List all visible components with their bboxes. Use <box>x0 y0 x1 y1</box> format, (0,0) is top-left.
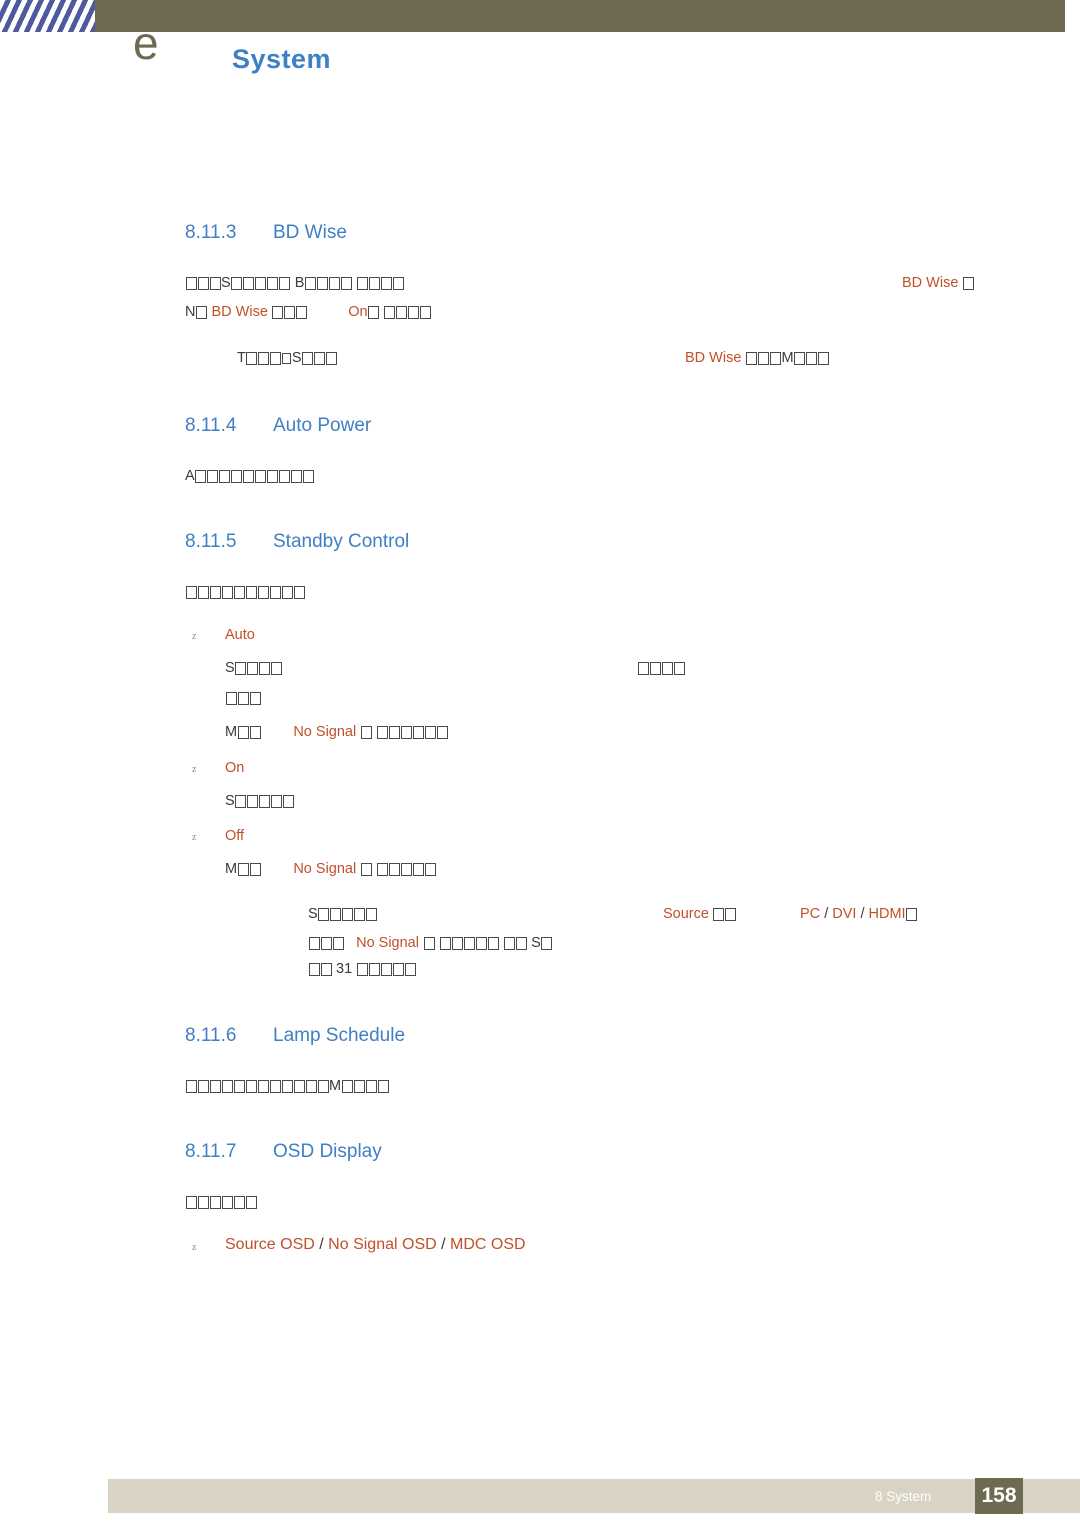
standby-option-on: On <box>225 760 244 776</box>
osd-option-sep-1: / <box>319 1236 324 1253</box>
standby-note-page-ref: 31 <box>336 961 353 977</box>
standby-note-l2-tail: S <box>531 935 541 951</box>
standby-auto-l1-fragment: S <box>225 660 235 676</box>
standby-option-off-label: Off <box>225 828 245 844</box>
section-heading-lamp-schedule: 8.11.6 Lamp Schedule <box>185 1025 405 1047</box>
bd-wise-paragraph-line-1-right: BD Wise <box>902 275 974 291</box>
section-number-lamp-schedule: 8.11.6 <box>185 1025 237 1046</box>
bd-wise-keyword-3: On <box>348 304 368 320</box>
section-title-auto-power: Auto Power <box>273 415 372 436</box>
bd-wise-paragraph-line-2: N BD Wise On <box>185 304 432 320</box>
page-footer-bar <box>108 1479 1080 1513</box>
auto-power-fragment-a: A <box>185 468 195 484</box>
bd-wise-paragraph-line-1: S B <box>185 275 404 291</box>
standby-off-l1-fragment: M <box>225 861 238 877</box>
standby-note-keyword-source: Source <box>663 906 709 922</box>
osd-option-source-osd: Source OSD <box>225 1236 315 1253</box>
standby-note-sep-1: / <box>824 906 829 922</box>
standby-note-line-3: 31 <box>308 961 416 977</box>
standby-option-on-label: On <box>225 760 245 776</box>
standby-auto-line-1-right <box>637 660 685 676</box>
standby-note-keyword-dvi: DVI <box>832 906 857 922</box>
standby-note-line-1-right: PC / DVI / HDMI <box>800 906 918 922</box>
osd-option-sep-2: / <box>441 1236 446 1253</box>
bd-wise-p2-fragment-a: N <box>185 304 196 320</box>
section-number-osd-display: 8.11.7 <box>185 1141 237 1162</box>
standby-note-line-1: S <box>308 906 378 922</box>
section-number-standby-control: 8.11.5 <box>185 531 237 552</box>
standby-auto-keyword-no-signal: No Signal <box>293 724 357 740</box>
standby-option-auto: Auto <box>225 627 255 643</box>
bd-wise-note-fragment-m: M <box>781 350 794 366</box>
standby-note-l1-fragment: S <box>308 906 318 922</box>
osd-option-mdc-osd: MDC OSD <box>450 1236 526 1253</box>
section-number-bd-wise: 8.11.3 <box>185 222 237 243</box>
standby-option-auto-label: Auto <box>225 627 255 643</box>
bullet-marker-on: z <box>192 764 197 775</box>
section-heading-standby-control: 8.11.5 Standby Control <box>185 531 409 553</box>
page-header-bar <box>0 0 1080 32</box>
osd-display-options: Source OSD / No Signal OSD / MDC OSD <box>225 1236 526 1254</box>
standby-note-keyword-hdmi: HDMI <box>868 906 906 922</box>
bd-wise-note-fragment-s: S <box>291 350 302 366</box>
header-right-spacer <box>1065 0 1080 32</box>
section-title-osd-display: OSD Display <box>273 1141 382 1162</box>
osd-option-no-signal-osd: No Signal OSD <box>328 1236 437 1253</box>
standby-auto-l3-fragment: M <box>225 724 238 740</box>
section-title-standby-control: Standby Control <box>273 531 410 552</box>
standby-off-keyword-no-signal: No Signal <box>293 861 357 877</box>
osd-display-paragraph <box>185 1194 257 1210</box>
standby-note-line-1-mid: Source <box>663 906 737 922</box>
standby-note-sep-2: / <box>860 906 865 922</box>
section-title-bd-wise: BD Wise <box>273 222 347 243</box>
lamp-schedule-paragraph: M <box>185 1078 389 1094</box>
header-hatch-decoration <box>0 0 95 32</box>
standby-auto-line-3: M No Signal <box>225 724 448 740</box>
bd-wise-p1-fragment-a: S <box>221 275 231 291</box>
standby-off-line-1: M No Signal <box>225 861 436 877</box>
section-heading-osd-display: 8.11.7 OSD Display <box>185 1141 382 1163</box>
standby-intro-paragraph <box>185 584 305 600</box>
standby-auto-line-2 <box>225 690 261 706</box>
bullet-marker-auto: z <box>192 631 197 642</box>
standby-on-line-1: S <box>225 793 295 809</box>
section-heading-bd-wise: 8.11.3 BD Wise <box>185 222 347 244</box>
bd-wise-keyword-2: BD Wise <box>211 304 268 320</box>
standby-on-l1-fragment: S <box>225 793 235 809</box>
standby-auto-line-1: S <box>225 660 283 676</box>
bd-wise-keyword-1: BD Wise <box>902 275 959 291</box>
auto-power-paragraph: A <box>185 468 315 484</box>
header-chapter-glyph: e <box>133 17 159 69</box>
bullet-marker-osd-options: z <box>192 1242 197 1253</box>
bd-wise-p1-fragment-b: B <box>294 275 305 291</box>
bd-wise-note-keyword: BD Wise <box>685 350 742 366</box>
standby-note-keyword-pc: PC <box>800 906 821 922</box>
page-title: System <box>232 44 332 74</box>
footer-chapter-label: 8 System <box>875 1489 932 1504</box>
bd-wise-note-fragment-a: T <box>237 350 246 366</box>
lamp-schedule-fragment-m: M <box>329 1078 342 1094</box>
footer-page-number: 158 <box>975 1478 1023 1514</box>
section-number-auto-power: 8.11.4 <box>185 415 237 436</box>
section-title-lamp-schedule: Lamp Schedule <box>273 1025 406 1046</box>
standby-note-line-2: No Signal S <box>308 935 553 951</box>
standby-note-keyword-no-signal-2: No Signal <box>356 935 419 951</box>
section-heading-auto-power: 8.11.4 Auto Power <box>185 415 371 437</box>
standby-option-off: Off <box>225 828 244 844</box>
bd-wise-note-line-right: BD Wise M <box>685 350 830 366</box>
bullet-marker-off: z <box>192 832 197 843</box>
bd-wise-note-line: TS <box>237 350 338 366</box>
